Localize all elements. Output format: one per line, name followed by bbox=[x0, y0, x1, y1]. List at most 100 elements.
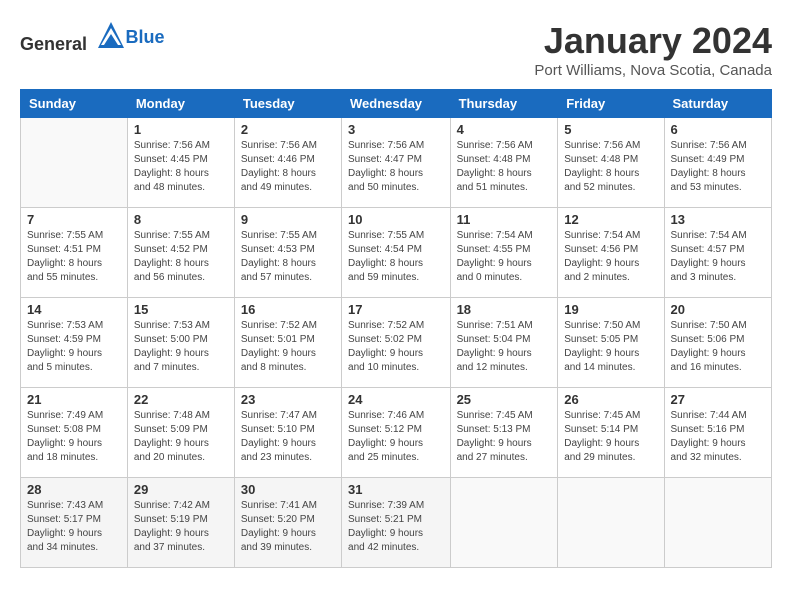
calendar-cell: 5 Sunrise: 7:56 AMSunset: 4:48 PMDaylight… bbox=[558, 118, 664, 208]
calendar-cell: 17 Sunrise: 7:52 AMSunset: 5:02 PMDayligh… bbox=[342, 298, 451, 388]
day-info: Sunrise: 7:56 AMSunset: 4:49 PMDaylight:… bbox=[671, 139, 765, 195]
calendar-cell: 21 Sunrise: 7:49 AMSunset: 5:08 PMDayligh… bbox=[21, 388, 128, 478]
day-number: 12 bbox=[564, 212, 657, 227]
day-number: 21 bbox=[27, 392, 121, 407]
day-number: 13 bbox=[671, 212, 765, 227]
calendar-cell: 23 Sunrise: 7:47 AMSunset: 5:10 PMDayligh… bbox=[234, 388, 341, 478]
day-number: 18 bbox=[457, 302, 552, 317]
day-number: 22 bbox=[134, 392, 228, 407]
day-number: 27 bbox=[671, 392, 765, 407]
day-info: Sunrise: 7:41 AMSunset: 5:20 PMDaylight:… bbox=[241, 499, 335, 555]
day-number: 9 bbox=[241, 212, 335, 227]
day-info: Sunrise: 7:53 AMSunset: 5:00 PMDaylight:… bbox=[134, 319, 228, 375]
day-info: Sunrise: 7:48 AMSunset: 5:09 PMDaylight:… bbox=[134, 409, 228, 465]
calendar-cell: 18 Sunrise: 7:51 AMSunset: 5:04 PMDayligh… bbox=[450, 298, 558, 388]
calendar-cell: 14Sunrise: 7:53 AMSunset: 4:59 PMDayligh… bbox=[21, 298, 128, 388]
calendar-cell: 1 Sunrise: 7:56 AMSunset: 4:45 PMDaylight… bbox=[127, 118, 234, 208]
day-header-friday: Friday bbox=[558, 90, 664, 118]
day-info: Sunrise: 7:55 AMSunset: 4:54 PMDaylight:… bbox=[348, 229, 444, 285]
logo-icon bbox=[96, 20, 126, 50]
day-info: Sunrise: 7:49 AMSunset: 5:08 PMDaylight:… bbox=[27, 409, 121, 465]
day-info: Sunrise: 7:52 AMSunset: 5:01 PMDaylight:… bbox=[241, 319, 335, 375]
calendar-cell: 25Sunrise: 7:45 AMSunset: 5:13 PMDayligh… bbox=[450, 388, 558, 478]
day-info: Sunrise: 7:39 AMSunset: 5:21 PMDaylight:… bbox=[348, 499, 444, 555]
day-header-sunday: Sunday bbox=[21, 90, 128, 118]
calendar-cell: 8 Sunrise: 7:55 AMSunset: 4:52 PMDaylight… bbox=[127, 208, 234, 298]
day-number: 30 bbox=[241, 482, 335, 497]
calendar-cell: 3 Sunrise: 7:56 AMSunset: 4:47 PMDaylight… bbox=[342, 118, 451, 208]
day-number: 25 bbox=[457, 392, 552, 407]
day-info: Sunrise: 7:45 AMSunset: 5:14 PMDaylight:… bbox=[564, 409, 657, 465]
day-info: Sunrise: 7:56 AMSunset: 4:48 PMDaylight:… bbox=[564, 139, 657, 195]
calendar-cell: 19 Sunrise: 7:50 AMSunset: 5:05 PMDayligh… bbox=[558, 298, 664, 388]
calendar: SundayMondayTuesdayWednesdayThursdayFrid… bbox=[20, 89, 772, 568]
calendar-cell: 24 Sunrise: 7:46 AMSunset: 5:12 PMDayligh… bbox=[342, 388, 451, 478]
day-info: Sunrise: 7:51 AMSunset: 5:04 PMDaylight:… bbox=[457, 319, 552, 375]
day-number: 16 bbox=[241, 302, 335, 317]
calendar-cell: 27 Sunrise: 7:44 AMSunset: 5:16 PMDayligh… bbox=[664, 388, 771, 478]
day-info: Sunrise: 7:50 AMSunset: 5:05 PMDaylight:… bbox=[564, 319, 657, 375]
logo-general: General bbox=[20, 34, 87, 54]
calendar-cell: 29 Sunrise: 7:42 AMSunset: 5:19 PMDayligh… bbox=[127, 478, 234, 568]
day-header-thursday: Thursday bbox=[450, 90, 558, 118]
calendar-cell: 4Sunrise: 7:56 AMSunset: 4:48 PMDaylight… bbox=[450, 118, 558, 208]
title-area: January 2024 Port Williams, Nova Scotia,… bbox=[534, 20, 772, 79]
calendar-cell: 10 Sunrise: 7:55 AMSunset: 4:54 PMDayligh… bbox=[342, 208, 451, 298]
day-number: 7 bbox=[27, 212, 121, 227]
day-number: 15 bbox=[134, 302, 228, 317]
location-title: Port Williams, Nova Scotia, Canada bbox=[534, 62, 772, 79]
day-info: Sunrise: 7:43 AMSunset: 5:17 PMDaylight:… bbox=[27, 499, 121, 555]
day-number: 26 bbox=[564, 392, 657, 407]
day-number: 3 bbox=[348, 122, 444, 137]
logo-blue: Blue bbox=[126, 27, 165, 48]
calendar-cell: 28 Sunrise: 7:43 AMSunset: 5:17 PMDayligh… bbox=[21, 478, 128, 568]
calendar-cell bbox=[21, 118, 128, 208]
day-number: 4 bbox=[457, 122, 552, 137]
day-info: Sunrise: 7:55 AMSunset: 4:52 PMDaylight:… bbox=[134, 229, 228, 285]
day-number: 19 bbox=[564, 302, 657, 317]
day-number: 2 bbox=[241, 122, 335, 137]
calendar-cell: 26 Sunrise: 7:45 AMSunset: 5:14 PMDayligh… bbox=[558, 388, 664, 478]
month-title: January 2024 bbox=[534, 20, 772, 62]
day-number: 28 bbox=[27, 482, 121, 497]
day-info: Sunrise: 7:50 AMSunset: 5:06 PMDaylight:… bbox=[671, 319, 765, 375]
day-number: 17 bbox=[348, 302, 444, 317]
day-info: Sunrise: 7:54 AMSunset: 4:55 PMDaylight:… bbox=[457, 229, 552, 285]
day-number: 6 bbox=[671, 122, 765, 137]
calendar-cell: 13Sunrise: 7:54 AMSunset: 4:57 PMDayligh… bbox=[664, 208, 771, 298]
day-number: 8 bbox=[134, 212, 228, 227]
day-info: Sunrise: 7:55 AMSunset: 4:53 PMDaylight:… bbox=[241, 229, 335, 285]
day-info: Sunrise: 7:52 AMSunset: 5:02 PMDaylight:… bbox=[348, 319, 444, 375]
calendar-cell bbox=[558, 478, 664, 568]
day-info: Sunrise: 7:54 AMSunset: 4:56 PMDaylight:… bbox=[564, 229, 657, 285]
day-info: Sunrise: 7:42 AMSunset: 5:19 PMDaylight:… bbox=[134, 499, 228, 555]
day-number: 23 bbox=[241, 392, 335, 407]
day-info: Sunrise: 7:53 AMSunset: 4:59 PMDaylight:… bbox=[27, 319, 121, 375]
logo: General Blue bbox=[20, 20, 165, 55]
calendar-cell: 15 Sunrise: 7:53 AMSunset: 5:00 PMDayligh… bbox=[127, 298, 234, 388]
day-info: Sunrise: 7:44 AMSunset: 5:16 PMDaylight:… bbox=[671, 409, 765, 465]
calendar-cell: 7 Sunrise: 7:55 AMSunset: 4:51 PMDaylight… bbox=[21, 208, 128, 298]
day-number: 1 bbox=[134, 122, 228, 137]
day-number: 10 bbox=[348, 212, 444, 227]
calendar-cell: 2 Sunrise: 7:56 AMSunset: 4:46 PMDaylight… bbox=[234, 118, 341, 208]
calendar-cell: 16 Sunrise: 7:52 AMSunset: 5:01 PMDayligh… bbox=[234, 298, 341, 388]
day-info: Sunrise: 7:47 AMSunset: 5:10 PMDaylight:… bbox=[241, 409, 335, 465]
day-number: 20 bbox=[671, 302, 765, 317]
day-info: Sunrise: 7:46 AMSunset: 5:12 PMDaylight:… bbox=[348, 409, 444, 465]
calendar-cell: 11Sunrise: 7:54 AMSunset: 4:55 PMDayligh… bbox=[450, 208, 558, 298]
calendar-cell: 31 Sunrise: 7:39 AMSunset: 5:21 PMDayligh… bbox=[342, 478, 451, 568]
day-info: Sunrise: 7:55 AMSunset: 4:51 PMDaylight:… bbox=[27, 229, 121, 285]
calendar-cell: 6 Sunrise: 7:56 AMSunset: 4:49 PMDaylight… bbox=[664, 118, 771, 208]
day-number: 24 bbox=[348, 392, 444, 407]
day-number: 5 bbox=[564, 122, 657, 137]
day-info: Sunrise: 7:56 AMSunset: 4:45 PMDaylight:… bbox=[134, 139, 228, 195]
day-info: Sunrise: 7:56 AMSunset: 4:46 PMDaylight:… bbox=[241, 139, 335, 195]
day-header-wednesday: Wednesday bbox=[342, 90, 451, 118]
day-number: 31 bbox=[348, 482, 444, 497]
day-number: 29 bbox=[134, 482, 228, 497]
calendar-cell bbox=[664, 478, 771, 568]
day-info: Sunrise: 7:56 AMSunset: 4:47 PMDaylight:… bbox=[348, 139, 444, 195]
calendar-cell: 20 Sunrise: 7:50 AMSunset: 5:06 PMDayligh… bbox=[664, 298, 771, 388]
day-header-monday: Monday bbox=[127, 90, 234, 118]
